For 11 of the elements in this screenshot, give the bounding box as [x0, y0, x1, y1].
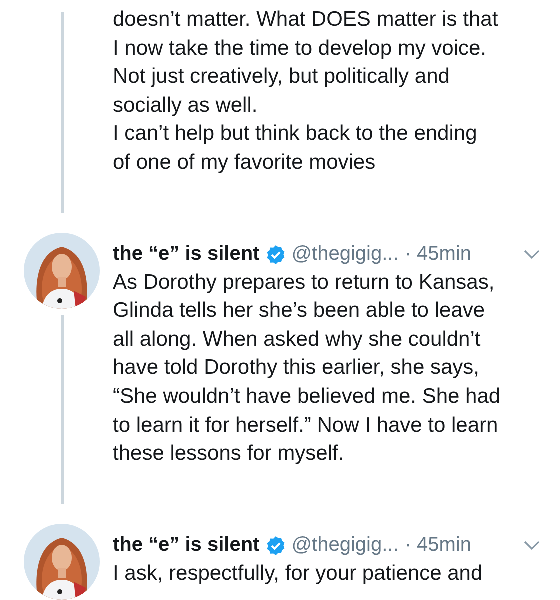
- tweet-text: I ask, respectfully, for your patience and: [113, 560, 484, 587]
- timestamp: · 45min: [404, 243, 472, 266]
- timestamp: · 45min: [404, 534, 472, 558]
- chevron-down-icon[interactable]: [524, 250, 540, 260]
- user-handle[interactable]: @thegigig...: [292, 243, 399, 266]
- tweet-text: doesn’t matter. What DOES matter is that I now take the time to develop my voice. Not just creatively, but politically and socially as well. I can’t help but think back to the ending of one of my favorite movies: [113, 7, 500, 176]
- chevron-down-icon[interactable]: [524, 540, 540, 551]
- author-name[interactable]: the “e” is silent: [113, 534, 260, 558]
- user-handle[interactable]: @thegigig...: [292, 534, 399, 558]
- author-name[interactable]: the “e” is silent: [113, 243, 260, 266]
- tweet-text: As Dorothy prepares to return to Kansas, Glinda tells her she’s been able to leave all along. When asked why she couldn’t have told Dorothy this earlier, she says, “She wouldn’t have believed me. She had to learn it for herself.” Now I have to learn these lessons for myself.: [113, 270, 502, 468]
